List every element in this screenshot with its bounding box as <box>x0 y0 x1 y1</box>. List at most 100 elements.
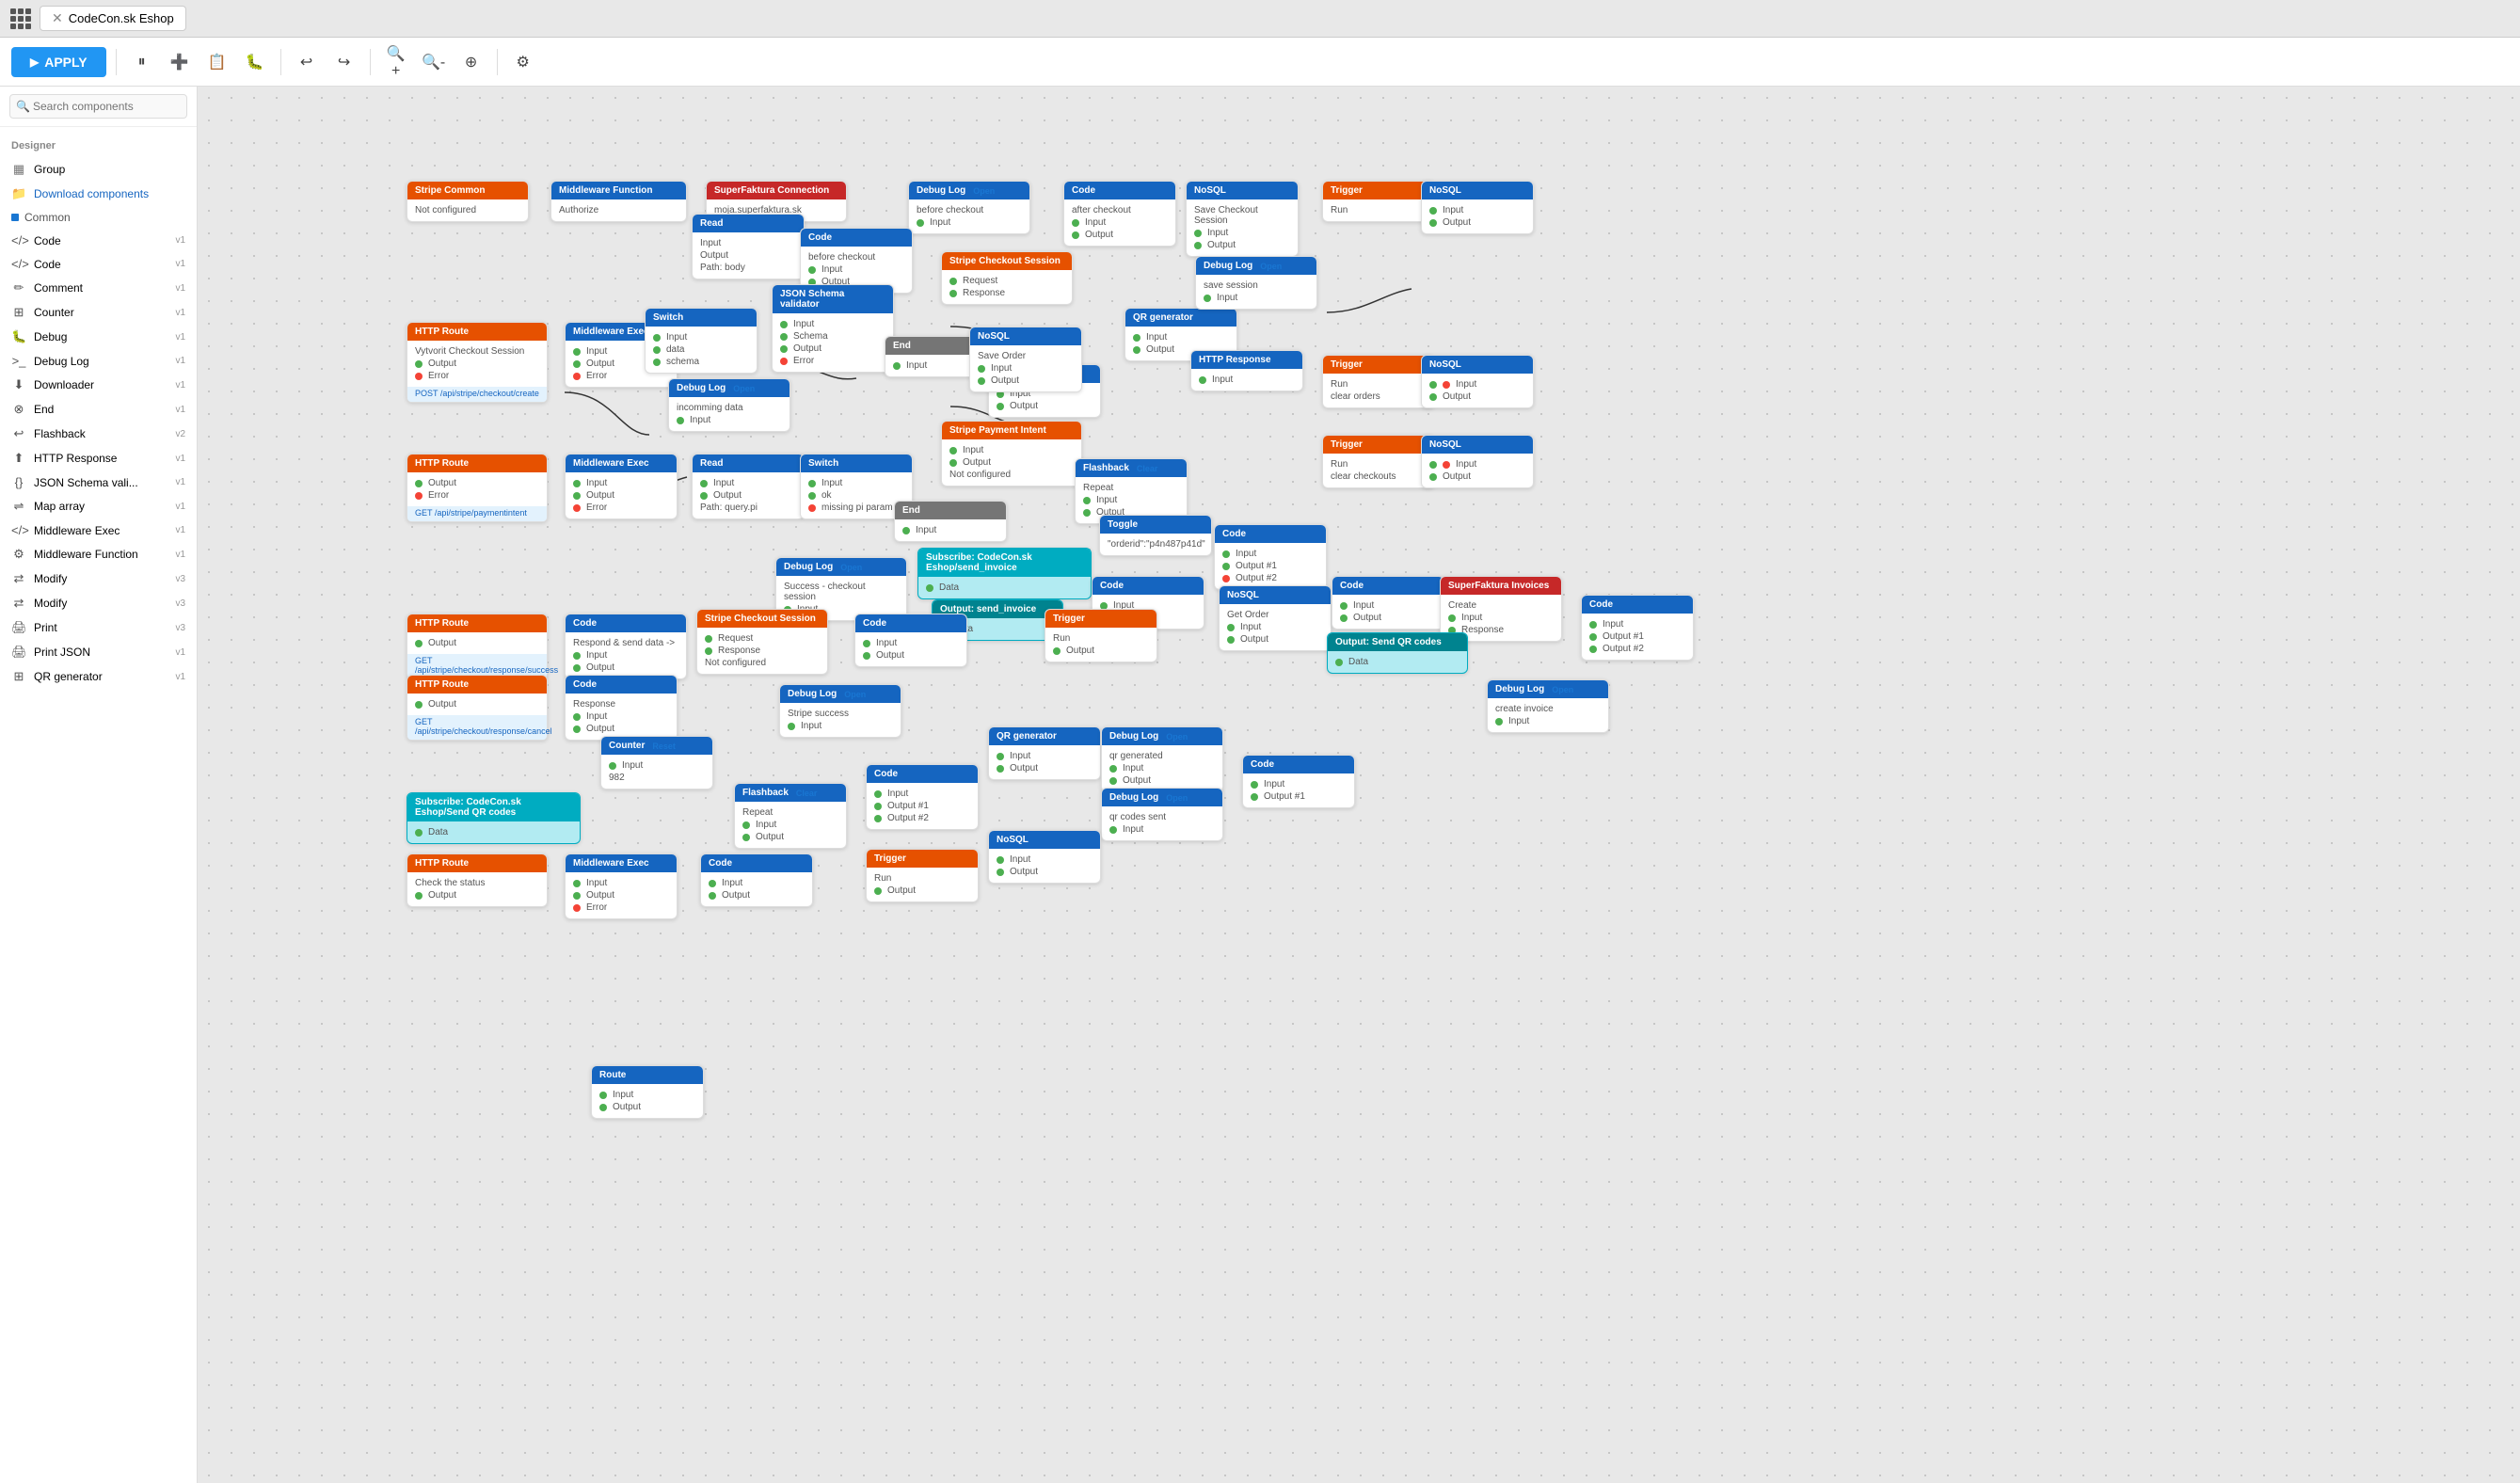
node-debug-log-save[interactable]: Debug Log Open save session Input <box>1195 256 1317 310</box>
sidebar-item-middleware-function[interactable]: ⚙ Middleware Function v1 <box>0 542 197 566</box>
active-tab[interactable]: ✕ CodeCon.sk Eshop <box>40 6 186 31</box>
node-code-toggle[interactable]: Code Input Output #1 Output #2 <box>1214 524 1327 590</box>
node-nosql-clear-orders[interactable]: NoSQL Input Output <box>1421 355 1534 408</box>
node-middleware-exec-bottom[interactable]: Middleware Exec Input Output Error <box>565 853 678 919</box>
counter-reset-link[interactable]: Reset <box>652 742 676 751</box>
node-subscribe-send-invoice[interactable]: Subscribe: CodeCon.sk Eshop/send_invoice… <box>917 548 1092 599</box>
pause-button[interactable]: ⏸ <box>126 46 158 78</box>
node-http-route-payment[interactable]: HTTP Route Output Error GET /api/stripe/… <box>407 454 548 522</box>
node-trigger-clear-checkouts[interactable]: Trigger Run clear checkouts <box>1322 435 1435 488</box>
node-nosql-top-right[interactable]: NoSQL Input Output <box>1421 181 1534 234</box>
node-code-bottommost[interactable]: Code Input Output <box>700 853 813 907</box>
zoom-fit-button[interactable]: ⊕ <box>455 46 487 78</box>
sidebar-item-download[interactable]: 📁 Download components <box>0 182 197 206</box>
sidebar-item-debug[interactable]: 🐛 Debug v1 <box>0 325 197 349</box>
bug-button[interactable]: 🐛 <box>239 46 271 78</box>
flashback-bottom-clear[interactable]: Clear <box>796 789 818 798</box>
node-stripe-payment-intent[interactable]: Stripe Payment Intent Input Output Not c… <box>941 421 1082 486</box>
redo-button[interactable]: ↪ <box>328 46 360 78</box>
node-debug-create-invoice[interactable]: Debug Log Open create invoice Input <box>1487 679 1609 733</box>
sidebar-item-debug-log[interactable]: >_ Debug Log v1 <box>0 349 197 373</box>
node-http-route-cancel[interactable]: HTTP Route Output GET /api/stripe/checko… <box>407 675 548 741</box>
debug-log-incoming-open[interactable]: Open <box>733 384 755 393</box>
node-read[interactable]: Read Input Output Path: body <box>692 214 805 279</box>
flashback-clear-link[interactable]: Clear <box>1137 464 1158 473</box>
tab-close-icon[interactable]: ✕ <box>52 10 63 26</box>
sidebar-item-print-json[interactable]: 🖨 Print JSON v1 <box>0 640 197 664</box>
node-switch-1[interactable]: Switch Input data schema <box>645 308 758 374</box>
settings-button[interactable]: ⚙ <box>507 46 539 78</box>
node-stripe-common[interactable]: Stripe Common Not configured <box>407 181 529 222</box>
node-stripe-checkout-session-2[interactable]: Stripe Checkout Session Request Response… <box>696 609 828 675</box>
sidebar-item-qr-generator[interactable]: ⊞ QR generator v1 <box>0 664 197 689</box>
node-debug-qr-sent[interactable]: Debug Log Open qr codes sent Input <box>1101 788 1223 841</box>
debug-log-save-open[interactable]: Open <box>1260 262 1282 271</box>
node-code-stripe-2[interactable]: Code Input Output <box>854 614 967 667</box>
node-nosql-1[interactable]: NoSQL Save Checkout Session Input Output <box>1186 181 1299 257</box>
node-http-response[interactable]: HTTP Response Input <box>1190 350 1303 391</box>
apply-button[interactable]: APPLY <box>11 47 106 77</box>
node-nosql-bottom[interactable]: NoSQL Input Output <box>988 830 1101 884</box>
node-output-send-qr[interactable]: Output: Send QR codes Data <box>1327 632 1468 674</box>
node-flashback-bottom[interactable]: Flashback Clear Repeat Input Output <box>734 783 847 849</box>
sidebar-item-code-2[interactable]: </> Code v1 <box>0 252 197 276</box>
search-input[interactable] <box>9 94 187 119</box>
node-trigger-bottom[interactable]: Trigger Run Output <box>866 849 979 902</box>
node-middleware-exec-2[interactable]: Middleware Exec Input Output Error <box>565 454 678 519</box>
sidebar-item-flashback[interactable]: ↩ Flashback v2 <box>0 422 197 446</box>
sidebar-item-map-array[interactable]: ⇌ Map array v1 <box>0 494 197 518</box>
node-route[interactable]: Route Input Output <box>591 1065 704 1119</box>
debug-qr-generated-open[interactable]: Open <box>1166 732 1188 742</box>
canvas[interactable]: Stripe Common Not configured Middleware … <box>198 87 2520 1483</box>
node-end-2[interactable]: End Input <box>894 501 1007 542</box>
node-trigger-1[interactable]: Trigger Run <box>1322 181 1435 222</box>
sidebar-item-json-schema[interactable]: {} JSON Schema vali... v1 <box>0 470 197 494</box>
sidebar-item-comment[interactable]: ✏ Comment v1 <box>0 276 197 300</box>
sidebar-item-http-response[interactable]: ⬆ HTTP Response v1 <box>0 446 197 470</box>
sidebar-item-modify-1[interactable]: ⇄ Modify v3 <box>0 566 197 591</box>
node-trigger-clear-orders[interactable]: Trigger Run clear orders <box>1322 355 1435 408</box>
node-debug-qr-generated[interactable]: Debug Log Open qr generated Input Output <box>1101 726 1223 792</box>
sidebar-item-downloader[interactable]: ⬇ Downloader v1 <box>0 373 197 397</box>
app-grid-icon[interactable] <box>8 6 34 32</box>
debug-qr-sent-open[interactable]: Open <box>1166 793 1188 803</box>
node-code-after[interactable]: Code after checkout Input Output <box>1063 181 1176 247</box>
undo-button[interactable]: ↩ <box>291 46 323 78</box>
node-debug-log-before[interactable]: Debug Log Open before checkout Input <box>908 181 1030 234</box>
zoom-in-button[interactable]: 🔍+ <box>380 46 412 78</box>
node-nosql-save-order[interactable]: NoSQL Save Order Input Output <box>969 327 1082 392</box>
node-json-schema-validator[interactable]: JSON Schema validator Input Schema Outpu… <box>772 284 894 373</box>
node-middleware-function[interactable]: Middleware Function Authorize <box>550 181 687 222</box>
node-subscribe-send-qr[interactable]: Subscribe: CodeCon.sk Eshop/Send QR code… <box>407 792 581 844</box>
zoom-out-button[interactable]: 🔍- <box>418 46 450 78</box>
debug-create-invoice-open[interactable]: Open <box>1552 685 1573 694</box>
node-stripe-checkout-session[interactable]: Stripe Checkout Session Request Response <box>941 251 1073 305</box>
node-counter-reset[interactable]: Counter Reset Input 982 <box>600 736 713 789</box>
node-trigger-send[interactable]: Trigger Run Output <box>1045 609 1157 662</box>
node-code-bottom-right[interactable]: Code Input Output #1 <box>1242 755 1355 808</box>
node-code-send-invoice-right[interactable]: Code Input Output #1 Output #2 <box>1581 595 1694 661</box>
sidebar-item-middleware-exec[interactable]: </> Middleware Exec v1 <box>0 518 197 542</box>
node-read-2[interactable]: Read Input Output Path: query.pi <box>692 454 805 519</box>
node-code-bottom[interactable]: Code Input Output #1 Output #2 <box>866 764 979 830</box>
debug-stripe-success-open[interactable]: Open <box>844 690 866 699</box>
debug-success-open[interactable]: Open <box>840 563 862 572</box>
node-debug-log-incoming[interactable]: Debug Log Open incomming data Input <box>668 378 790 432</box>
sidebar-item-end[interactable]: ⊗ End v1 <box>0 397 197 422</box>
sidebar-item-code-1[interactable]: </> Code v1 <box>0 229 197 252</box>
add-button[interactable]: ➕ <box>164 46 196 78</box>
sidebar-item-counter[interactable]: ⊞ Counter v1 <box>0 300 197 325</box>
sidebar-item-modify-2[interactable]: ⇄ Modify v3 <box>0 591 197 615</box>
sidebar-item-group[interactable]: ▦ Group <box>0 157 197 182</box>
node-http-route-check-status[interactable]: HTTP Route Check the status Output <box>407 853 548 907</box>
node-qr-generator-bottom[interactable]: QR generator Input Output <box>988 726 1101 780</box>
node-nosql-get-order[interactable]: NoSQL Get Order Input Output <box>1219 585 1332 651</box>
node-code-send-invoice[interactable]: Code Input Output <box>1332 576 1444 630</box>
debug-log-before-open[interactable]: Open <box>973 186 995 196</box>
node-http-route-success[interactable]: HTTP Route Output GET /api/stripe/checko… <box>407 614 548 679</box>
node-nosql-clear-checkouts[interactable]: NoSQL Input Output <box>1421 435 1534 488</box>
sidebar-item-print[interactable]: 🖨 Print v3 <box>0 615 197 640</box>
node-http-route-checkout[interactable]: HTTP Route Vytvorit Checkout Session Out… <box>407 322 548 403</box>
node-code-respond[interactable]: Code Respond & send data -> Input Output <box>565 614 687 679</box>
node-debug-stripe-success[interactable]: Debug Log Open Stripe success Input <box>779 684 901 738</box>
